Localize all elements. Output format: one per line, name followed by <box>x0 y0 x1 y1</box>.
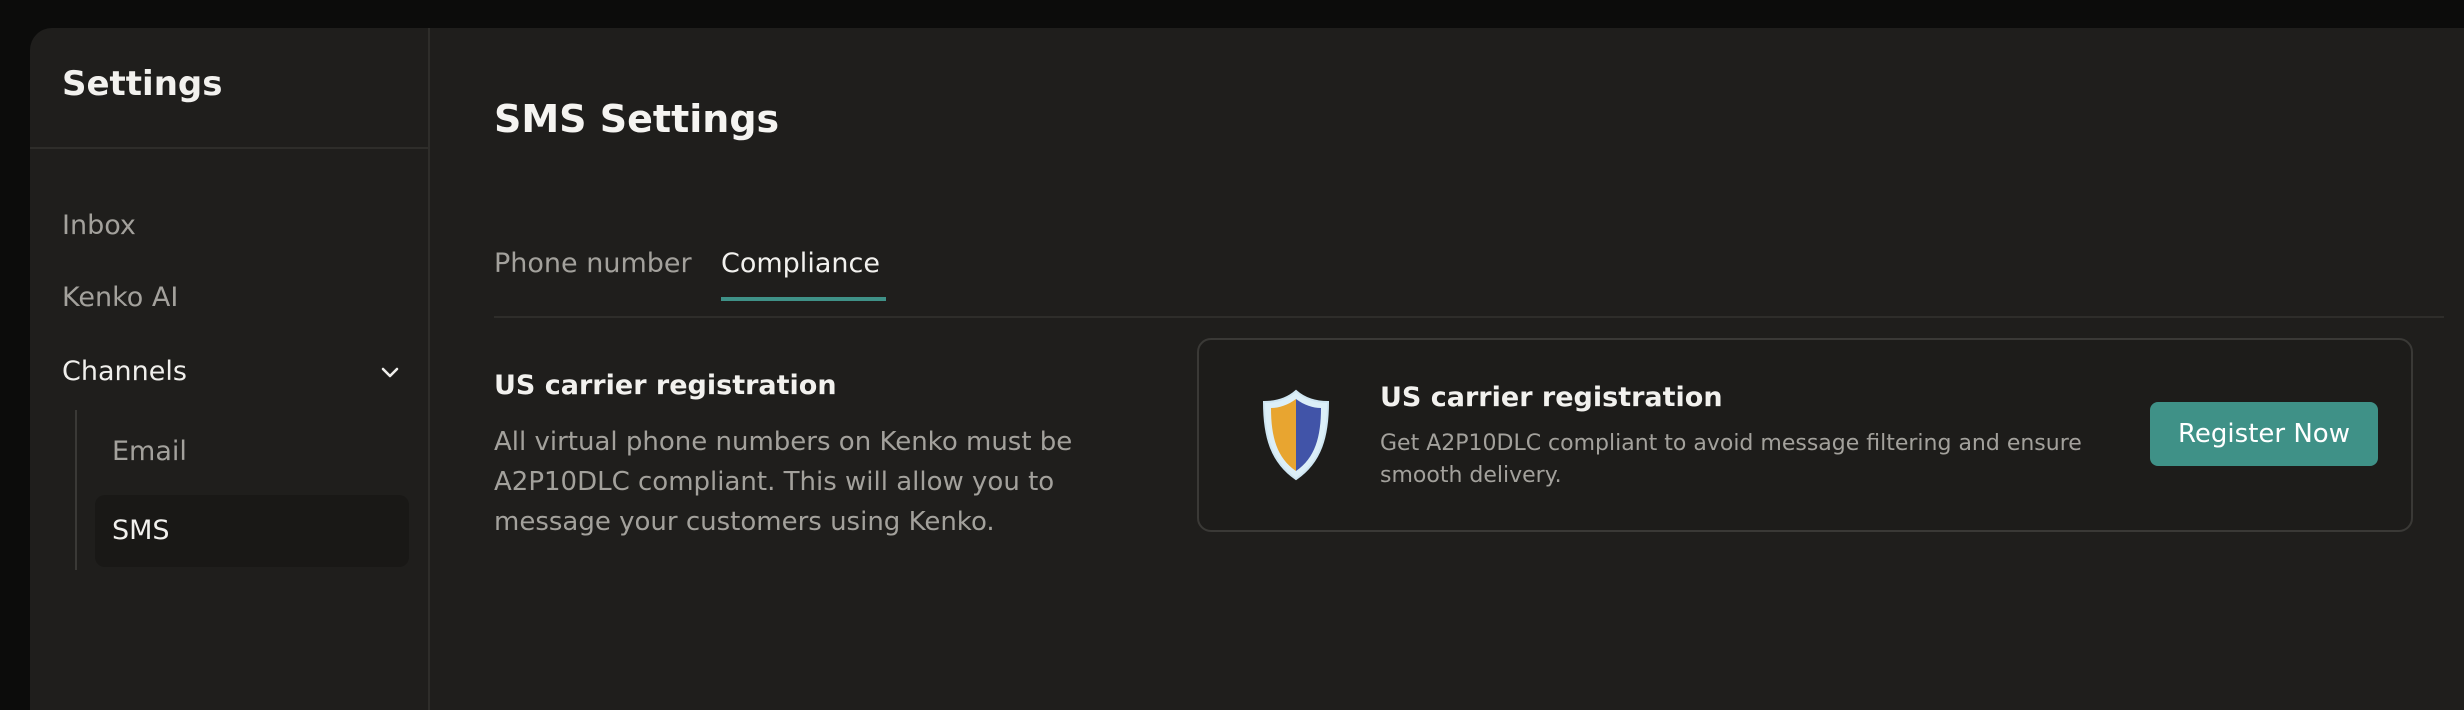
shield-icon <box>1262 389 1330 481</box>
page-title: SMS Settings <box>494 97 780 141</box>
main-content: SMS Settings Phone number Compliance US … <box>430 28 2464 710</box>
sidebar-title: Settings <box>62 64 223 104</box>
tab-compliance[interactable]: Compliance <box>721 248 886 301</box>
sidebar-item-inbox[interactable]: Inbox <box>62 210 136 241</box>
sidebar-item-email[interactable]: Email <box>95 416 409 488</box>
sidebar-divider <box>30 147 428 149</box>
settings-sidebar: Settings Inbox Kenko AI Channels Email S… <box>30 28 430 710</box>
registration-card: US carrier registration Get A2P10DLC com… <box>1197 338 2413 532</box>
card-title: US carrier registration <box>1380 382 1723 413</box>
channels-tree-line <box>75 410 77 570</box>
chevron-down-icon[interactable] <box>378 360 402 384</box>
section-description: All virtual phone numbers on Kenko must … <box>494 427 1073 537</box>
sidebar-item-kenko-ai[interactable]: Kenko AI <box>62 282 178 313</box>
sidebar-item-channels[interactable]: Channels <box>62 356 402 387</box>
sidebar-item-sms[interactable]: SMS <box>95 495 409 567</box>
tab-phone-number[interactable]: Phone number <box>494 248 692 297</box>
card-description: Get A2P10DLC compliant to avoid message … <box>1380 431 2082 488</box>
sidebar-item-channels-label: Channels <box>62 356 187 387</box>
tab-bar: Phone number Compliance <box>494 226 2444 318</box>
section-title: US carrier registration <box>494 370 837 401</box>
register-now-button[interactable]: Register Now <box>2150 402 2378 466</box>
settings-window: Settings Inbox Kenko AI Channels Email S… <box>30 28 2464 710</box>
